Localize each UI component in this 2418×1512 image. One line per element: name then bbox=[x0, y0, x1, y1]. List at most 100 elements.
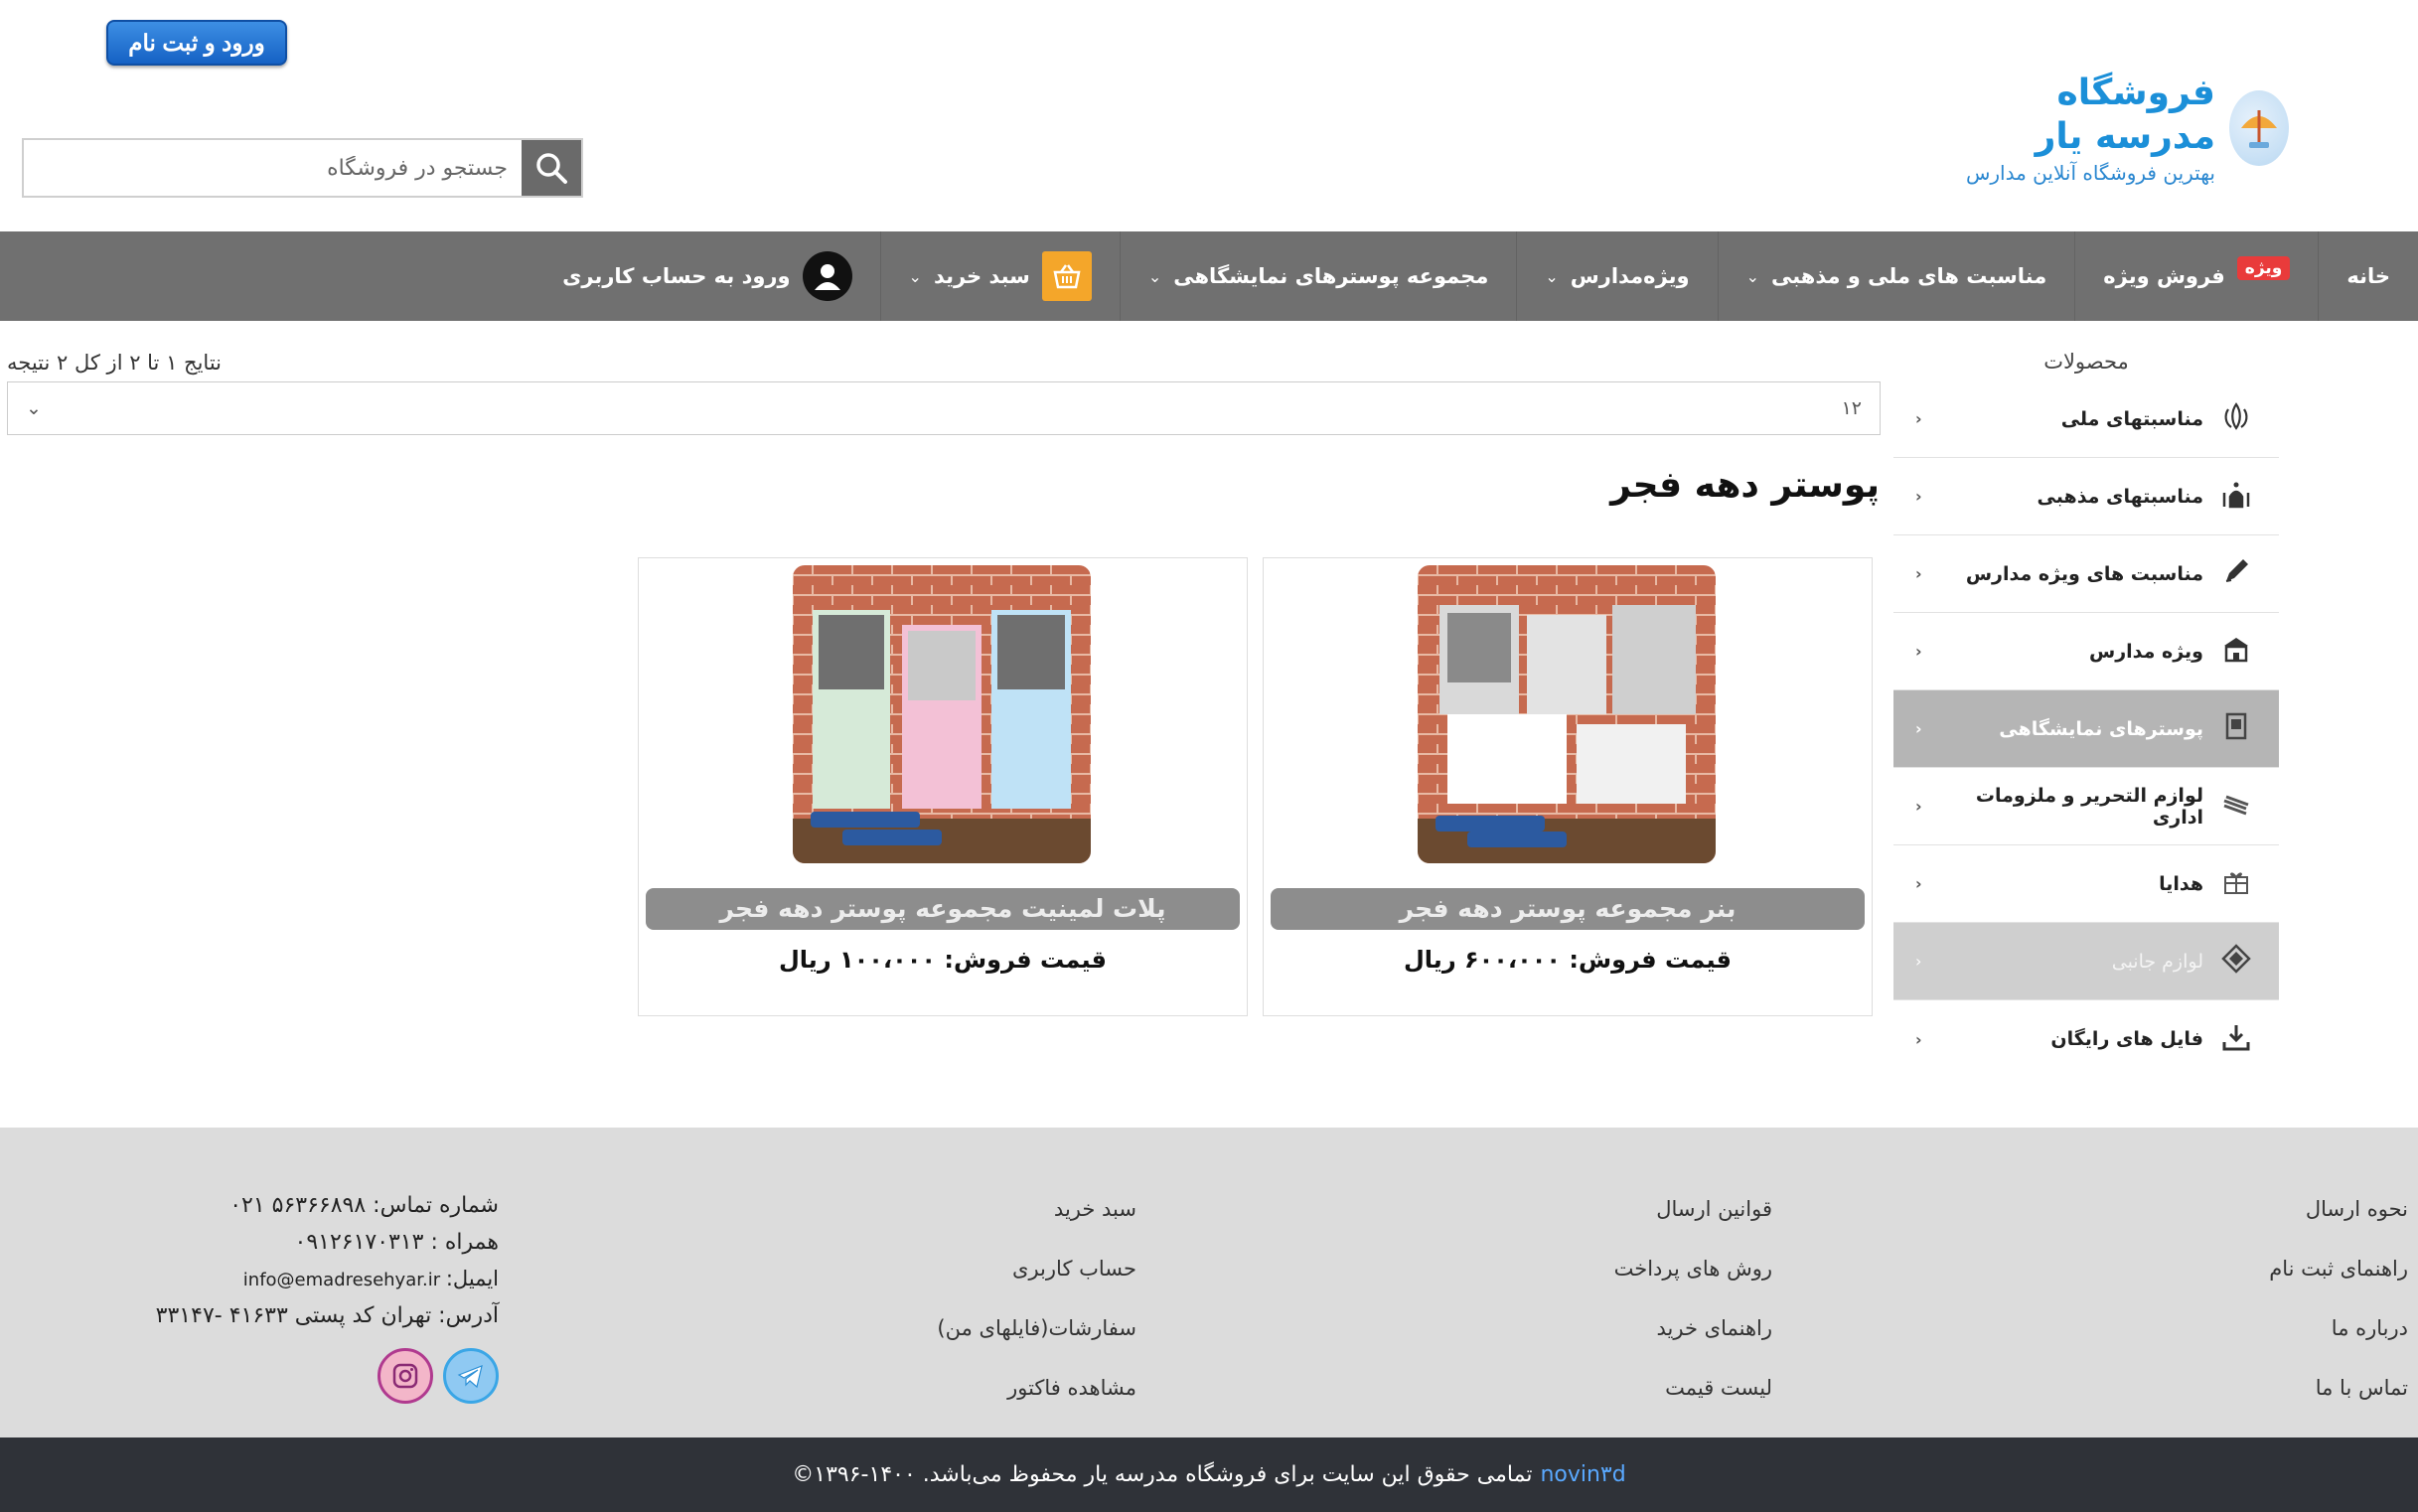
chevron-left-icon: ‹ bbox=[1915, 487, 1922, 506]
gift-icon bbox=[2221, 866, 2251, 901]
footer-link-about[interactable]: درباره ما bbox=[2269, 1316, 2408, 1376]
copyright-text: تمامی حقوق این سایت برای فروشگاه مدرسه ی… bbox=[792, 1462, 1533, 1487]
emblem-icon bbox=[2221, 401, 2251, 436]
accessory-icon bbox=[2221, 944, 2251, 979]
nav-schools[interactable]: ویژه‌مدارس ⌄ bbox=[1516, 231, 1717, 321]
poster-icon bbox=[2221, 711, 2251, 746]
nav-home[interactable]: خانه bbox=[2318, 231, 2418, 321]
sidebar-item-schools[interactable]: ویژه مدارس ‹ bbox=[1893, 613, 2279, 690]
chevron-down-icon: ⌄ bbox=[908, 266, 922, 286]
product-image[interactable] bbox=[793, 565, 1091, 863]
per-page-value: ۱۲ bbox=[1841, 397, 1862, 419]
nav-home-label: خانه bbox=[2346, 264, 2390, 288]
product-name[interactable]: پلات لمینیت مجموعه پوستر دهه فجر bbox=[646, 888, 1240, 930]
sidebar-item-free-files[interactable]: فایل های رایگان ‹ bbox=[1893, 1000, 2279, 1078]
nav-occasions[interactable]: مناسبت های ملی و مذهبی ⌄ bbox=[1717, 231, 2075, 321]
footer-link-invoice[interactable]: مشاهده فاکتور bbox=[937, 1376, 1136, 1436]
product-price: قیمت فروش: ۶۰۰،۰۰۰ ریال bbox=[1403, 946, 1733, 974]
sidebar-item-accessories[interactable]: لوازم جانبی ‹ bbox=[1893, 923, 2279, 1000]
product-card[interactable]: پلات لمینیت مجموعه پوستر دهه فجر قیمت فر… bbox=[638, 557, 1248, 1016]
nav-special-sale-label: فروش ویژه bbox=[2103, 264, 2225, 288]
nav-cart[interactable]: سبد خرید ⌄ bbox=[879, 231, 1120, 321]
sidebar-item-school-occasions[interactable]: مناسبت های ویژه مدارس ‹ bbox=[1893, 535, 2279, 613]
nav-account-label: ورود به حساب کاربری bbox=[562, 264, 791, 288]
contact-phone: شماره تماس: ۵۶۳۶۶۸۹۸ ۰۲۱ bbox=[229, 1193, 499, 1218]
result-count: نتایج ۱ تا ۲ از کل ۲ نتیجه bbox=[7, 351, 223, 375]
footer-col-1: نحوه ارسال راهنمای ثبت نام درباره ما تما… bbox=[2269, 1197, 2408, 1436]
sidebar-item-label: مناسبتهای ملی bbox=[2060, 407, 2203, 430]
nav-special-sale[interactable]: ویژه فروش ویژه bbox=[2074, 231, 2318, 321]
nav-occasions-label: مناسبت های ملی و مذهبی bbox=[1770, 264, 2047, 288]
site-logo[interactable]: فروشگاه مدرسه یار بهترین فروشگاه آنلاین … bbox=[1951, 73, 2289, 185]
mosque-icon bbox=[2221, 479, 2251, 514]
footer-link-payment[interactable]: روش های پرداخت bbox=[1614, 1257, 1772, 1316]
footer-contact: شماره تماس: ۵۶۳۶۶۸۹۸ ۰۲۱ همراه : ۰۹۱۲۶۱۷… bbox=[139, 1193, 499, 1404]
chevron-left-icon: ‹ bbox=[1915, 1029, 1922, 1049]
product-name[interactable]: بنر مجموعه پوستر دهه فجر bbox=[1271, 888, 1865, 930]
sidebar-item-label: پوسترهای نمایشگاهی bbox=[1999, 717, 2203, 740]
chevron-down-icon: ⌄ bbox=[1545, 266, 1559, 286]
chevron-left-icon: ‹ bbox=[1915, 874, 1922, 893]
pencil-icon bbox=[2221, 556, 2251, 591]
footer-link-register-guide[interactable]: راهنمای ثبت نام bbox=[2269, 1257, 2408, 1316]
developer-link[interactable]: novin۳d bbox=[1540, 1462, 1625, 1487]
product-card[interactable]: بنر مجموعه پوستر دهه فجر قیمت فروش: ۶۰۰،… bbox=[1263, 557, 1873, 1016]
chevron-down-icon: ⌄ bbox=[1745, 266, 1759, 286]
instagram-icon[interactable] bbox=[378, 1348, 433, 1404]
chevron-left-icon: ‹ bbox=[1915, 797, 1922, 816]
footer-link-price-list[interactable]: لیست قیمت bbox=[1614, 1376, 1772, 1436]
footer: نحوه ارسال راهنمای ثبت نام درباره ما تما… bbox=[0, 1128, 2418, 1437]
contact-address: آدرس: تهران کد پستی ۴۱۶۳۳ -۳۳۱۴۷ bbox=[155, 1303, 499, 1328]
contact-email-label: ایمیل: bbox=[445, 1267, 499, 1290]
telegram-icon[interactable] bbox=[443, 1348, 499, 1404]
main-nav: خانه ویژه فروش ویژه مناسبت های ملی و مذه… bbox=[0, 231, 2418, 321]
footer-col-3: سبد خرید حساب کاربری سفارشات(فایلهای من)… bbox=[937, 1197, 1136, 1436]
nav-posters[interactable]: مجموعه پوسترهای نمایشگاهی ⌄ bbox=[1119, 231, 1517, 321]
copyright-bar: novin۳d تمامی حقوق این سایت برای فروشگاه… bbox=[0, 1437, 2418, 1512]
contact-email[interactable]: info@emadresehyar.ir bbox=[243, 1270, 440, 1290]
stationery-icon bbox=[2221, 789, 2251, 824]
sidebar-item-label: لوازم التحریر و ملزومات اداری bbox=[1975, 784, 2203, 829]
chevron-left-icon: ‹ bbox=[1915, 719, 1922, 738]
footer-link-buy-guide[interactable]: راهنمای خرید bbox=[1614, 1316, 1772, 1376]
sidebar-item-label: مناسبتهای مذهبی bbox=[2037, 485, 2203, 508]
logo-subtitle: بهترین فروشگاه آنلاین مدارس bbox=[1965, 161, 2215, 185]
footer-col-2: قوانین ارسال روش های پرداخت راهنمای خرید… bbox=[1614, 1197, 1772, 1436]
sidebar-item-label: فایل های رایگان bbox=[2050, 1028, 2203, 1050]
footer-link-shipping-rules[interactable]: قوانین ارسال bbox=[1614, 1197, 1772, 1257]
login-register-button[interactable]: ورود و ثبت نام bbox=[106, 20, 287, 66]
sidebar-item-gifts[interactable]: هدایا ‹ bbox=[1893, 845, 2279, 923]
product-image[interactable] bbox=[1418, 565, 1716, 863]
nav-account[interactable]: ورود به حساب کاربری bbox=[534, 231, 879, 321]
search-input[interactable] bbox=[24, 140, 522, 196]
social-links bbox=[139, 1348, 499, 1404]
page-title: پوستر دهه فجر bbox=[1610, 465, 1880, 506]
sidebar-item-label: لوازم جانبی bbox=[2111, 950, 2203, 973]
footer-link-cart[interactable]: سبد خرید bbox=[937, 1197, 1136, 1257]
user-avatar-icon bbox=[802, 251, 852, 301]
per-page-select[interactable]: ۱۲ ⌄ bbox=[7, 381, 1881, 435]
chevron-down-icon: ⌄ bbox=[1147, 266, 1162, 286]
download-icon bbox=[2221, 1022, 2251, 1057]
search-icon bbox=[536, 153, 567, 184]
sidebar-item-religious[interactable]: مناسبتهای مذهبی ‹ bbox=[1893, 458, 2279, 535]
footer-link-orders[interactable]: سفارشات(فایلهای من) bbox=[937, 1316, 1136, 1376]
chevron-down-icon: ⌄ bbox=[26, 397, 42, 419]
sidebar-item-stationery[interactable]: لوازم التحریر و ملزومات اداری ‹ bbox=[1893, 768, 2279, 845]
nav-posters-label: مجموعه پوسترهای نمایشگاهی bbox=[1173, 264, 1489, 288]
logo-emblem-icon bbox=[2229, 90, 2289, 166]
sidebar-item-national[interactable]: مناسبتهای ملی ‹ bbox=[1893, 380, 2279, 458]
footer-link-shipping[interactable]: نحوه ارسال bbox=[2269, 1197, 2408, 1257]
sidebar-item-label: مناسبت های ویژه مدارس bbox=[1965, 562, 2203, 585]
logo-title: فروشگاه مدرسه یار bbox=[2035, 73, 2215, 157]
search-button[interactable] bbox=[522, 140, 581, 196]
sidebar-item-label: ویژه مدارس bbox=[2088, 640, 2203, 663]
sidebar-item-posters[interactable]: پوسترهای نمایشگاهی ‹ bbox=[1893, 690, 2279, 768]
footer-link-account[interactable]: حساب کاربری bbox=[937, 1257, 1136, 1316]
chevron-left-icon: ‹ bbox=[1915, 564, 1922, 583]
sidebar-title: محصولات bbox=[2043, 350, 2129, 374]
category-sidebar: محصولات مناسبتهای ملی ‹ مناسبتهای مذهبی … bbox=[1893, 343, 2279, 1078]
nav-cart-label: سبد خرید bbox=[933, 264, 1030, 288]
footer-link-contact[interactable]: تماس با ما bbox=[2269, 1376, 2408, 1436]
cart-icon bbox=[1041, 251, 1092, 301]
